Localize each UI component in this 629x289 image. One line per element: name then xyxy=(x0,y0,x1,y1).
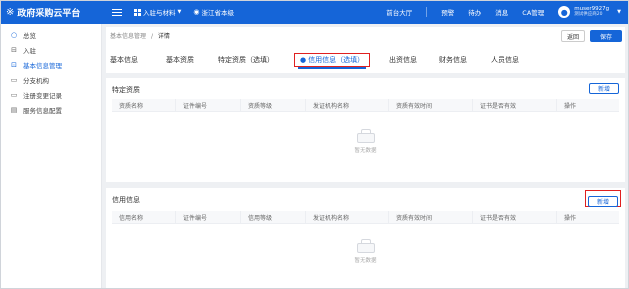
sidebar-item-basic-info[interactable]: ⊡ 基本信息管理 xyxy=(0,57,101,72)
sidebar-item-label: 总览 xyxy=(23,31,36,40)
breadcrumb-parent[interactable]: 基本信息管理 xyxy=(110,33,146,40)
tab-basic-qualification[interactable]: 基本资质 xyxy=(166,55,194,65)
record-icon: ▭ xyxy=(10,90,18,99)
empty-box-icon xyxy=(355,129,377,143)
empty-state: 暂无数据 xyxy=(112,239,619,264)
config-icon: ▤ xyxy=(10,105,18,114)
column-header: 证件编号 xyxy=(176,211,241,223)
tab-capital-info[interactable]: 出资信息 xyxy=(389,55,417,65)
nav-onboarding-label: 入驻与材料 xyxy=(143,9,176,17)
breadcrumb-current: 详情 xyxy=(157,33,170,40)
save-button[interactable]: 保存 xyxy=(590,30,622,42)
grid-icon xyxy=(134,8,141,16)
active-tab-indicator xyxy=(298,67,366,69)
column-header: 资质名称 xyxy=(112,99,176,111)
empty-state: 暂无数据 xyxy=(112,129,619,154)
caret-down-icon: ▼ xyxy=(177,9,182,15)
link-todo[interactable]: 待办 xyxy=(468,7,481,17)
caret-down-icon: ▼ xyxy=(617,9,621,15)
table-header: 资质名称 证件编号 资质等级 发证机构名称 资质有效时间 证书是否有效 操作 xyxy=(112,99,619,112)
back-button[interactable]: 返回 xyxy=(561,30,585,42)
credit-info-section: 信用信息 新增 信用名称 证件编号 信用等级 发证机构名称 资质有效时间 证书是… xyxy=(106,188,625,289)
tab-credit-info-label: 信用信息（选填） xyxy=(308,56,365,64)
column-header: 操作 xyxy=(564,214,577,222)
tab-bar: 基本信息 基本资质 特定资质（选填） ● 信用信息（选填） 出资信息 财务信息 … xyxy=(106,51,625,69)
breadcrumb-separator: / xyxy=(150,33,153,40)
breadcrumb: 基本信息管理 / 详情 xyxy=(110,31,170,40)
empty-text: 暂无数据 xyxy=(354,148,377,154)
circle-icon: ○ xyxy=(10,30,18,39)
top-divider xyxy=(426,7,428,17)
sidebar-item-label: 注册变更记录 xyxy=(23,91,62,100)
tab-credit-info[interactable]: ● 信用信息（选填） xyxy=(294,53,371,67)
column-header: 操作 xyxy=(564,102,577,110)
column-header: 资质有效时间 xyxy=(389,211,473,223)
detail-header: 基本信息管理 / 详情 返回 保存 基本信息 基本资质 特定资质（选填） ● 信… xyxy=(106,27,625,73)
logo-icon: ※ xyxy=(6,6,15,18)
add-special-qualification-button[interactable]: 新增 xyxy=(589,83,619,94)
section-title: 特定资质 xyxy=(112,86,140,94)
link-front-hall[interactable]: 前台大厅 xyxy=(386,7,412,17)
link-ca-management[interactable]: CA管理 xyxy=(522,7,544,17)
empty-text: 暂无数据 xyxy=(354,258,377,264)
main-content: 基本信息管理 / 详情 返回 保存 基本信息 基本资质 特定资质（选填） ● 信… xyxy=(102,24,629,289)
column-header: 发证机构名称 xyxy=(306,99,389,111)
top-bar: ※ 政府采购云平台 入驻与材料 ▼ ◉ 浙江省本级 前台大厅 预警 待办 消息 … xyxy=(0,0,629,24)
sidebar-item-label: 入驻 xyxy=(23,46,36,55)
tab-personnel-info[interactable]: 人员信息 xyxy=(491,55,519,65)
location-icon: ◉ xyxy=(193,8,200,16)
add-credit-info-button[interactable]: 新增 xyxy=(588,196,618,207)
column-header: 证书是否有效 xyxy=(473,99,557,111)
sidebar-item-change-records[interactable]: ▭ 注册变更记录 xyxy=(0,87,101,102)
tab-special-qualification[interactable]: 特定资质（选填） xyxy=(218,55,274,65)
menu-toggle-icon[interactable] xyxy=(112,5,126,19)
column-header: 信用等级 xyxy=(241,211,306,223)
sign-icon: ⊟ xyxy=(11,45,17,54)
branch-icon: ▭ xyxy=(10,75,18,84)
empty-box-icon xyxy=(355,239,377,253)
credit-info-table: 信用名称 证件编号 信用等级 发证机构名称 资质有效时间 证书是否有效 操作 暂… xyxy=(112,211,619,264)
link-warning[interactable]: 预警 xyxy=(441,7,454,17)
top-right-links: 前台大厅 预警 待办 消息 CA管理 ● muser9927g 测试供应商20 … xyxy=(386,0,629,24)
avatar-icon: ● xyxy=(558,6,571,18)
sidebar-item-overview[interactable]: ○ 总览 xyxy=(0,27,101,42)
nav-onboarding-menu[interactable]: 入驻与材料 ▼ xyxy=(134,7,181,17)
special-qualification-table: 资质名称 证件编号 资质等级 发证机构名称 资质有效时间 证书是否有效 操作 暂… xyxy=(112,99,619,154)
user-menu[interactable]: ● muser9927g 测试供应商20 ▼ xyxy=(558,6,629,18)
link-messages[interactable]: 消息 xyxy=(495,7,508,17)
app-logo[interactable]: ※ 政府采购云平台 xyxy=(0,6,112,19)
column-header: 资质有效时间 xyxy=(389,99,473,111)
sidebar: ○ 总览 ⊟ 入驻 ⊡ 基本信息管理 ▭ 分支机构 ▭ 注册变更记录 ▤ 服务信… xyxy=(0,24,102,289)
nav-region-label: 浙江省本级 xyxy=(201,9,234,17)
nav-region-selector[interactable]: ◉ 浙江省本级 xyxy=(193,7,234,17)
special-qualification-section: 特定资质 新增 资质名称 证件编号 资质等级 发证机构名称 资质有效时间 证书是… xyxy=(106,78,625,182)
tab-finance-info[interactable]: 财务信息 xyxy=(439,55,467,65)
sidebar-item-service-config[interactable]: ▤ 服务信息配置 xyxy=(0,102,101,117)
user-info: muser9927g 测试供应商20 xyxy=(574,6,609,18)
column-header: 发证机构名称 xyxy=(306,211,389,223)
app-title: 政府采购云平台 xyxy=(17,8,81,19)
sidebar-item-label: 服务信息配置 xyxy=(23,106,62,115)
info-icon: ⊡ xyxy=(11,60,17,69)
section-title: 信用信息 xyxy=(112,196,140,204)
sidebar-item-branches[interactable]: ▭ 分支机构 xyxy=(0,72,101,87)
user-org: 测试供应商20 xyxy=(574,12,603,17)
column-header: 资质等级 xyxy=(241,99,306,111)
table-header: 信用名称 证件编号 信用等级 发证机构名称 资质有效时间 证书是否有效 操作 xyxy=(112,211,619,224)
location-icon: ● xyxy=(300,56,307,64)
column-header: 证件编号 xyxy=(176,99,241,111)
sidebar-item-onboarding[interactable]: ⊟ 入驻 xyxy=(0,42,101,57)
tab-basic-info[interactable]: 基本信息 xyxy=(110,55,138,65)
column-header: 信用名称 xyxy=(112,211,176,223)
sidebar-item-label: 分支机构 xyxy=(23,76,49,85)
sidebar-item-label: 基本信息管理 xyxy=(23,61,62,70)
column-header: 证书是否有效 xyxy=(473,211,557,223)
